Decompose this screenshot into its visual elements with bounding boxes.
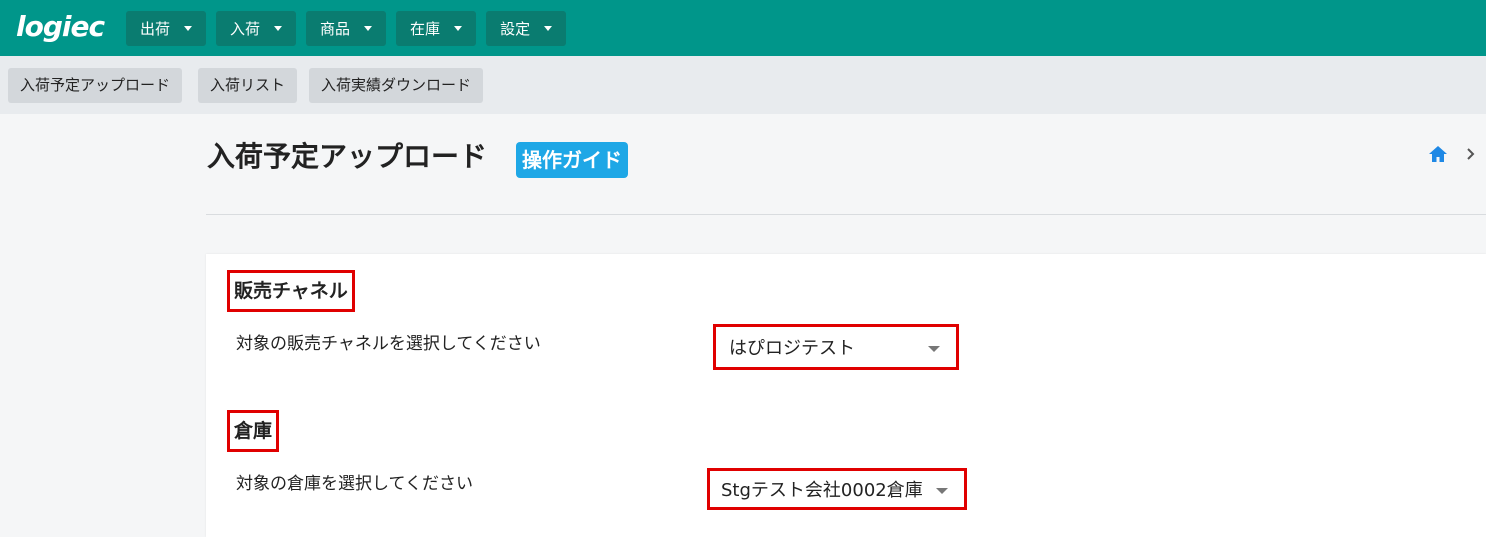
subnav-receiving-list[interactable]: 入荷リスト [198,68,298,103]
warehouse-selected-value: Stgテスト会社0002倉庫 [721,480,923,501]
caret-down-icon [184,26,193,31]
warehouse-select[interactable]: Stgテスト会社0002倉庫 [707,468,967,510]
main-menu: 出荷 入荷 商品 在庫 設定 [126,11,567,46]
home-icon[interactable] [1428,144,1448,164]
chevron-right-icon [1467,148,1475,160]
subnav-receiving-upload[interactable]: 入荷予定アップロード [8,68,183,103]
upload-form-card: 販売チャネル 対象の販売チャネルを選択してください はぴロジテスト 倉庫 対象の… [206,254,1486,537]
menu-label: 在庫 [410,20,441,38]
menu-label: 設定 [500,20,531,38]
sub-navbar: 入荷予定アップロード 入荷リスト 入荷実績ダウンロード [0,56,1486,114]
operation-guide-button[interactable]: 操作ガイド [516,142,628,178]
menu-inventory[interactable]: 在庫 [396,11,477,46]
menu-label: 入荷 [230,20,261,38]
logo-text: logiec [16,10,105,43]
caret-down-icon [928,346,940,352]
caret-down-icon [274,26,283,31]
menu-settings[interactable]: 設定 [486,11,567,46]
menu-shipping[interactable]: 出荷 [126,11,207,46]
sales-channel-description: 対象の販売チャネルを選択してください [236,334,541,354]
caret-down-icon [936,488,948,494]
top-navbar: logiec 出荷 入荷 商品 在庫 設定 [0,0,1486,56]
subnav-receiving-results-download[interactable]: 入荷実績ダウンロード [309,68,484,103]
sales-channel-selected-value: はぴロジテスト [729,338,855,359]
menu-receiving[interactable]: 入荷 [216,11,297,46]
caret-down-icon [364,26,373,31]
logiec-logo[interactable]: logiec [16,12,108,46]
menu-label: 出荷 [140,20,171,38]
warehouse-description: 対象の倉庫を選択してください [236,474,473,494]
warehouse-heading: 倉庫 [227,410,280,452]
caret-down-icon [544,26,553,31]
menu-label: 商品 [320,20,351,38]
sales-channel-heading: 販売チャネル [227,270,355,312]
header-divider [206,214,1486,215]
sales-channel-select[interactable]: はぴロジテスト [713,324,959,370]
menu-products[interactable]: 商品 [306,11,387,46]
page-title: 入荷予定アップロード [207,140,488,173]
caret-down-icon [454,26,463,31]
